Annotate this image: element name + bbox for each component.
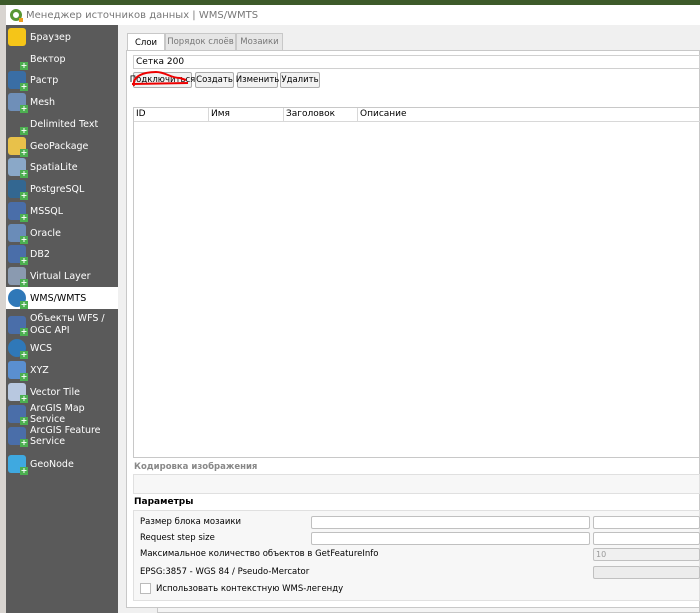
sidebar-item-label: GeoNode bbox=[30, 458, 74, 470]
column-header-description[interactable]: Описание bbox=[358, 108, 700, 122]
column-header-name[interactable]: Имя bbox=[209, 108, 284, 122]
sidebar-item-spatialite[interactable]: SpatiaLite bbox=[6, 156, 118, 178]
sidebar-item-db2[interactable]: DB2 bbox=[6, 243, 118, 265]
crs-label: EPSG:3857 - WGS 84 / Pseudo-Mercator bbox=[140, 567, 310, 577]
tile-height-input[interactable] bbox=[593, 516, 700, 529]
tile-width-input[interactable] bbox=[311, 516, 590, 529]
arcgis-feature-icon bbox=[8, 427, 28, 447]
edit-button[interactable]: Изменить bbox=[236, 72, 279, 88]
arcgis-map-icon bbox=[8, 405, 28, 425]
sidebar-item-label: GeoPackage bbox=[30, 140, 89, 152]
sidebar-item-label: DB2 bbox=[30, 248, 50, 260]
sidebar-item-wms-wmts[interactable]: WMS/WMTS bbox=[6, 287, 118, 309]
sidebar-item-label: Delimited Text bbox=[30, 118, 99, 130]
contextual-legend-checkbox[interactable] bbox=[140, 583, 151, 594]
sidebar-item-arcgis-feature-service[interactable]: ArcGIS Feature Service bbox=[6, 425, 118, 447]
encoding-group bbox=[133, 474, 700, 494]
title-bar: Менеджер источников данных | WMS/WMTS bbox=[6, 5, 700, 25]
sidebar-item-label: Mesh bbox=[30, 96, 56, 108]
db2-icon bbox=[8, 245, 28, 265]
sidebar-item-объекты-wfs-ogc-api[interactable]: Объекты WFS / OGC API bbox=[6, 310, 118, 340]
window-title: Менеджер источников данных | WMS/WMTS bbox=[26, 9, 259, 21]
sidebar-item-браузер[interactable]: Браузер bbox=[6, 26, 118, 48]
wms-globe-icon bbox=[8, 289, 28, 309]
params-title: Параметры bbox=[134, 497, 194, 507]
tab-layer-order[interactable]: Порядок слоёв bbox=[165, 33, 236, 50]
contextual-legend-label: Использовать контекстную WMS-легенду bbox=[156, 584, 344, 594]
mesh-icon bbox=[8, 93, 28, 113]
wfs-icon bbox=[8, 316, 28, 336]
max-features-input[interactable]: 10 bbox=[593, 548, 700, 561]
sidebar-item-растр[interactable]: Растр bbox=[6, 69, 118, 91]
column-header-title[interactable]: Заголовок bbox=[284, 108, 358, 122]
sidebar-item-label: ArcGIS Feature Service bbox=[30, 425, 101, 447]
virtual-layer-icon bbox=[8, 267, 28, 287]
sidebar-item-mssql[interactable]: MSSQL bbox=[6, 200, 118, 222]
sidebar-item-label: MSSQL bbox=[30, 205, 64, 217]
spatialite-icon bbox=[8, 158, 28, 178]
sidebar-item-vector-tile[interactable]: Vector Tile bbox=[6, 381, 118, 403]
tile-size-label: Размер блока мозаики bbox=[140, 517, 242, 527]
connection-select[interactable]: Сетка 200 bbox=[133, 55, 700, 69]
tab-layers[interactable]: Слои bbox=[127, 33, 165, 51]
sidebar-item-xyz[interactable]: XYZ bbox=[6, 359, 118, 381]
geonode-icon bbox=[8, 455, 28, 475]
sidebar-item-label: Virtual Layer bbox=[30, 270, 91, 282]
column-header-id[interactable]: ID bbox=[134, 108, 209, 122]
step-width-input[interactable] bbox=[311, 532, 590, 545]
sidebar-item-label: Oracle bbox=[30, 227, 61, 239]
sidebar-item-wcs[interactable]: WCS bbox=[6, 337, 118, 359]
vector-tile-icon bbox=[8, 383, 28, 403]
sidebar-item-arcgis-map-service[interactable]: ArcGIS Map Service bbox=[6, 403, 118, 425]
sidebar-item-postgresql[interactable]: PostgreSQL bbox=[6, 178, 118, 200]
encoding-label: Кодировка изображения bbox=[134, 462, 258, 472]
postgresql-icon bbox=[8, 180, 28, 200]
sidebar-item-вектор[interactable]: Вектор bbox=[6, 48, 118, 70]
sidebar-item-mesh[interactable]: Mesh bbox=[6, 91, 118, 113]
create-button[interactable]: Создать bbox=[195, 72, 234, 88]
sidebar-item-label: WCS bbox=[30, 342, 53, 354]
change-crs-button[interactable] bbox=[593, 566, 700, 579]
sidebar-item-oracle[interactable]: Oracle bbox=[6, 222, 118, 244]
wcs-globe-icon bbox=[8, 339, 28, 359]
sidebar-item-label: Vector Tile bbox=[30, 386, 80, 398]
folder-icon bbox=[8, 28, 26, 46]
sidebar-item-label: PostgreSQL bbox=[30, 183, 85, 195]
sidebar-item-label: XYZ bbox=[30, 364, 49, 376]
max-features-label: Максимальное количество объектов в GetFe… bbox=[140, 549, 379, 559]
sidebar-item-virtual-layer[interactable]: Virtual Layer bbox=[6, 265, 118, 287]
delimited-text-icon bbox=[8, 115, 28, 135]
oracle-icon bbox=[8, 224, 28, 244]
sidebar-item-label: ArcGIS Map Service bbox=[30, 403, 85, 425]
sidebar-item-label: Растр bbox=[30, 74, 59, 86]
raster-icon bbox=[8, 71, 28, 91]
step-size-label: Request step size bbox=[140, 533, 215, 543]
mssql-icon bbox=[8, 202, 28, 222]
sidebar-item-label: Вектор bbox=[30, 53, 66, 65]
delete-button[interactable]: Удалить bbox=[280, 72, 320, 88]
sidebar-item-geopackage[interactable]: GeoPackage bbox=[6, 135, 118, 157]
sidebar-item-delimited-text[interactable]: Delimited Text bbox=[6, 113, 118, 135]
sidebar-item-label: SpatiaLite bbox=[30, 161, 78, 173]
sidebar-item-label: Объекты WFS / OGC API bbox=[30, 313, 105, 336]
step-height-input[interactable] bbox=[593, 532, 700, 545]
sidebar-item-geonode[interactable]: GeoNode bbox=[6, 453, 118, 475]
sidebar-item-label: WMS/WMTS bbox=[30, 292, 87, 304]
vector-icon bbox=[8, 50, 28, 70]
red-annotation-scribble bbox=[131, 70, 189, 87]
geopackage-icon bbox=[8, 137, 28, 157]
xyz-grid-icon bbox=[8, 361, 28, 381]
sidebar-item-label: Браузер bbox=[30, 31, 71, 43]
bottom-bar bbox=[157, 607, 700, 613]
qgis-logo-icon bbox=[10, 9, 23, 22]
tab-tilesets[interactable]: Мозаики bbox=[236, 33, 283, 50]
layers-table[interactable]: ID Имя Заголовок Описание bbox=[133, 107, 700, 458]
